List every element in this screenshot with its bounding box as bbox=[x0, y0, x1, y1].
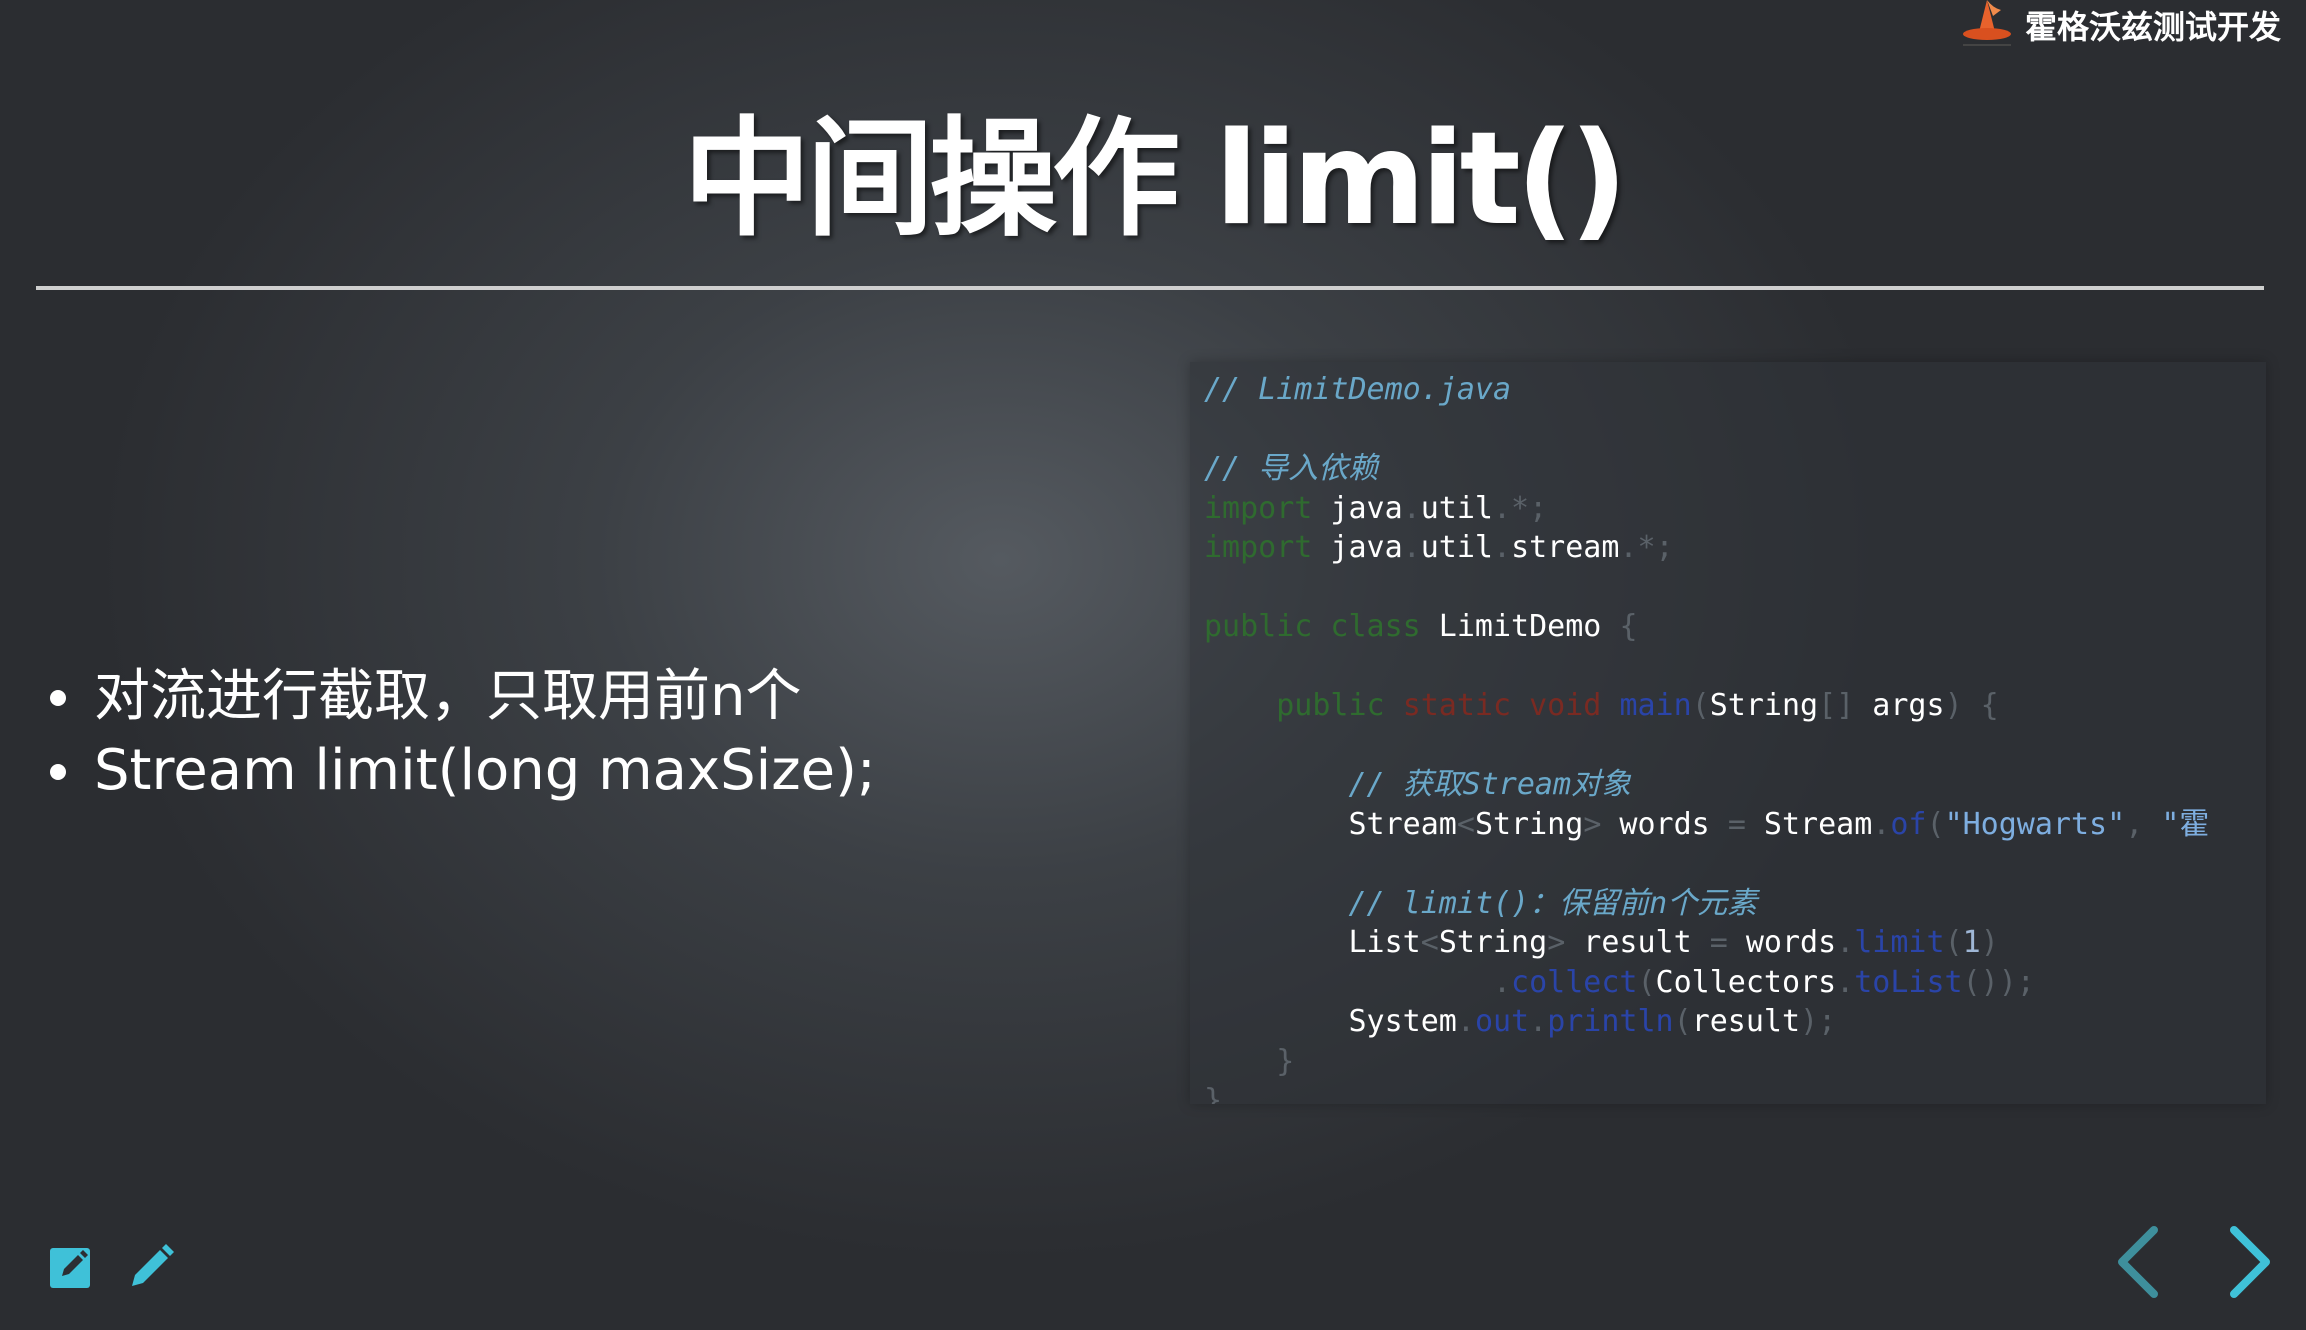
bullet-item: 对流进行截取，只取用前n个 bbox=[40, 660, 1110, 734]
chevron-right-icon[interactable] bbox=[2218, 1224, 2278, 1300]
logo-text: 霍格沃兹测试开发 bbox=[2024, 8, 2281, 46]
bullet-item: Stream limit(long maxSize); bbox=[40, 734, 1110, 808]
code-comment: // LimitDemo.java bbox=[1204, 372, 1512, 407]
code-comment: // 导入依赖 bbox=[1204, 451, 1379, 486]
chevron-left-icon[interactable] bbox=[2110, 1224, 2170, 1300]
bullet-list: 对流进行截取，只取用前n个 Stream limit(long maxSize)… bbox=[40, 660, 1110, 808]
code-block: // LimitDemo.java // 导入依赖 import java.ut… bbox=[1190, 362, 2266, 1104]
pencil-icon[interactable] bbox=[128, 1242, 176, 1290]
page-title: 中间操作 limit() bbox=[683, 105, 1628, 254]
code-text: // LimitDemo.java // 导入依赖 import java.ut… bbox=[1204, 372, 2210, 1104]
wizard-hat-icon bbox=[1962, 0, 2011, 46]
title-divider bbox=[36, 286, 2264, 290]
edit-note-icon[interactable] bbox=[48, 1242, 96, 1290]
logo: 霍格沃兹测试开发 bbox=[1957, 0, 2281, 50]
